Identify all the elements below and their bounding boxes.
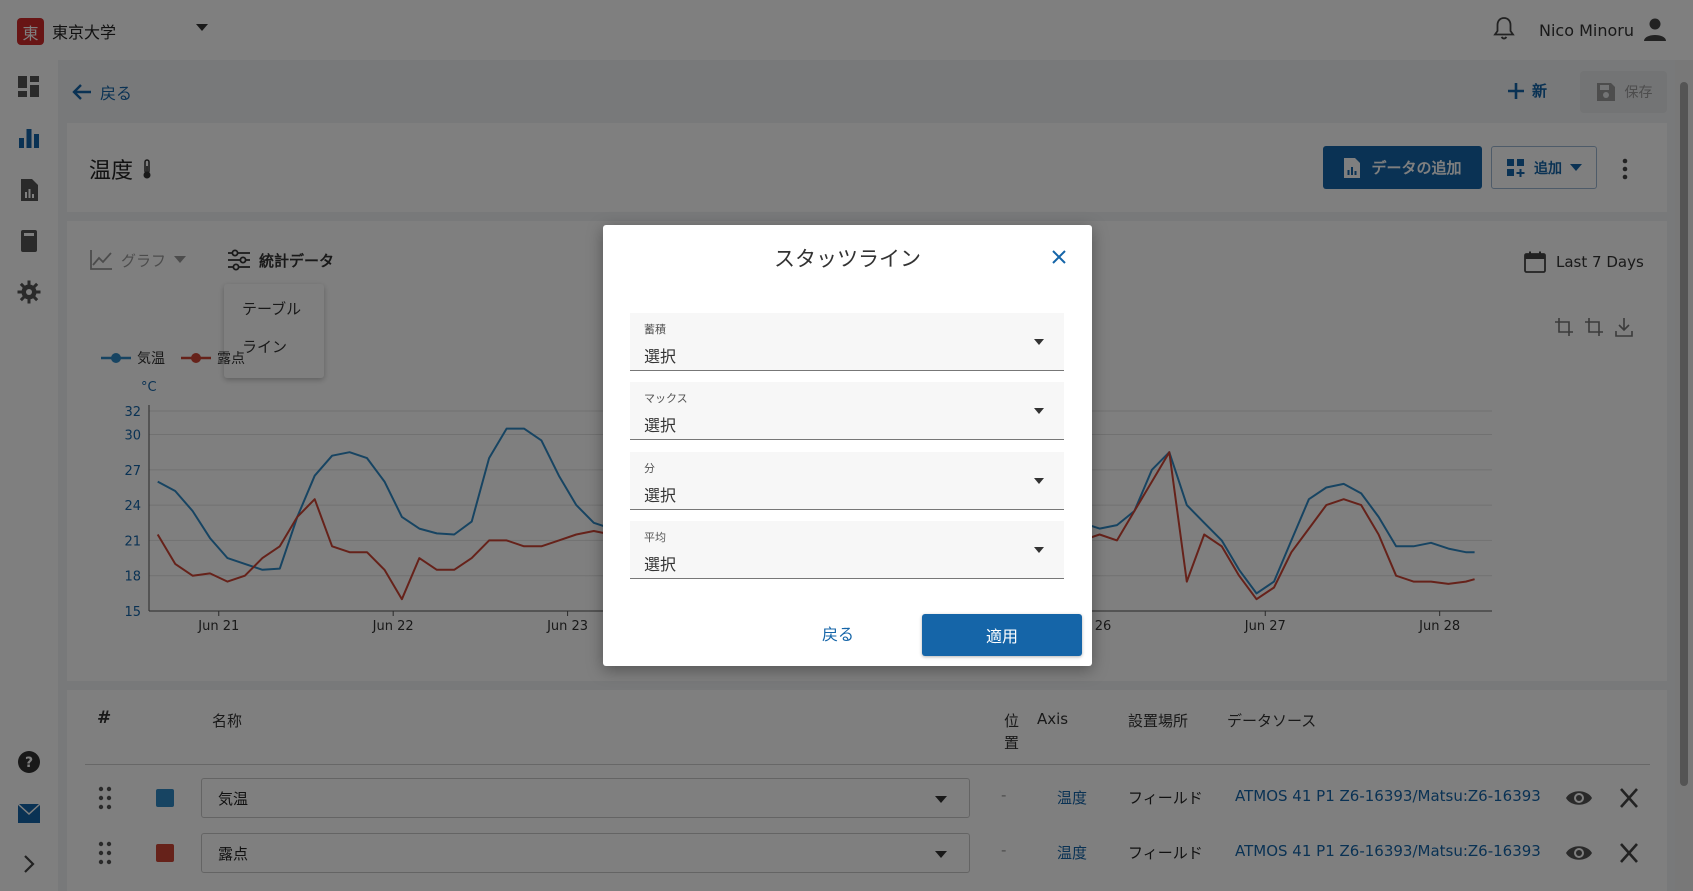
min-select[interactable]: 分 選択 [630, 452, 1064, 510]
chevron-down-icon [1034, 339, 1044, 345]
dialog-back-button[interactable]: 戻る [778, 615, 898, 651]
apply-button[interactable]: 適用 [922, 614, 1082, 656]
dialog-title: スタッツライン [774, 247, 921, 271]
max-select[interactable]: マックス 選択 [630, 382, 1064, 440]
accumulate-select[interactable]: 蓄積 選択 [630, 313, 1064, 371]
close-icon[interactable] [1050, 248, 1068, 266]
average-select[interactable]: 平均 選択 [630, 521, 1064, 579]
chevron-down-icon [1034, 478, 1044, 484]
stats-line-dialog: スタッツライン 蓄積 選択 マックス 選択 分 選択 平均 選択 戻る 適用 [603, 225, 1092, 666]
chevron-down-icon [1034, 547, 1044, 553]
chevron-down-icon [1034, 408, 1044, 414]
